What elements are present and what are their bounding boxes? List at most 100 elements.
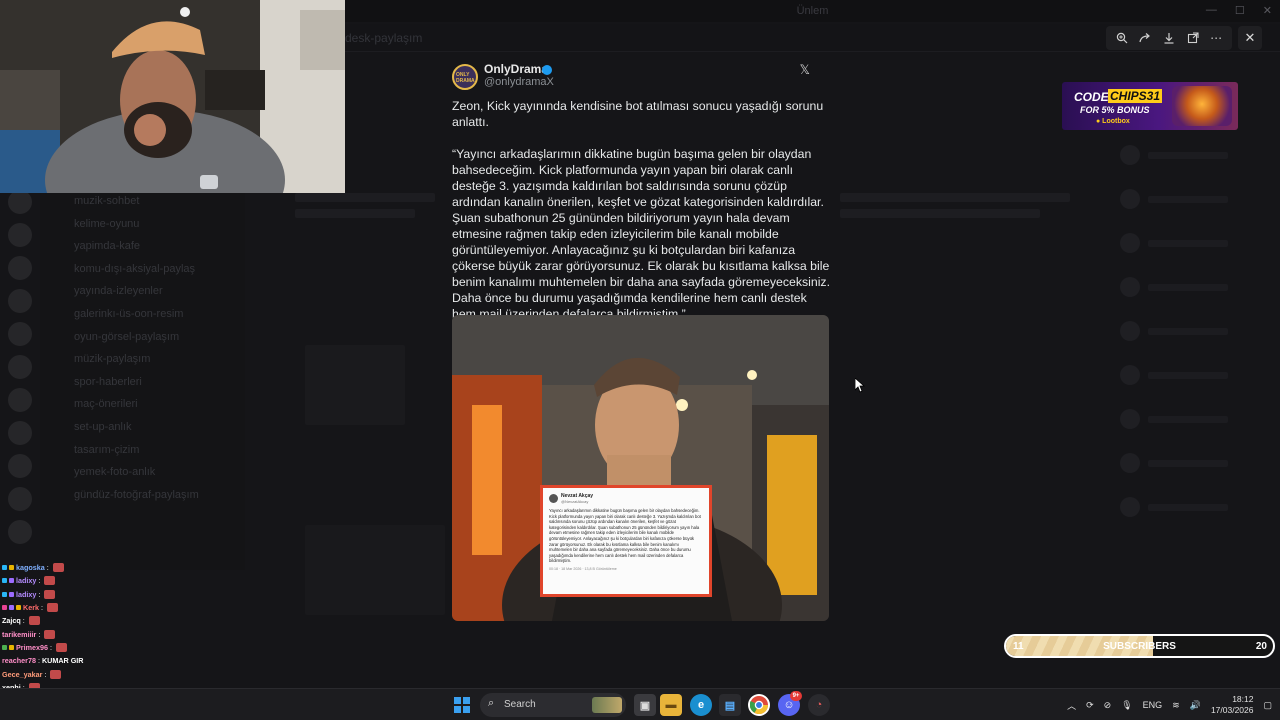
server-icon[interactable] bbox=[8, 454, 32, 478]
microphone-icon[interactable]: 🎙 bbox=[1121, 700, 1132, 711]
forward-icon[interactable] bbox=[1135, 28, 1155, 48]
subscriber-goal-label: SUBSCRIBERS bbox=[1103, 641, 1176, 652]
verified-badge-icon bbox=[542, 65, 552, 75]
embedded-tweet-screenshot: Nevzat Akçay @NevzatAkcay Yayıncı arkada… bbox=[540, 485, 712, 597]
chat-message: reacher78: KUMAR GIR bbox=[2, 654, 202, 667]
channel-item[interactable]: komu-dışı-aksiyal-paylaş bbox=[40, 258, 245, 281]
file-explorer-icon[interactable]: ▬ bbox=[660, 694, 682, 716]
taskbar-time: 18:12 bbox=[1232, 694, 1254, 704]
server-icon[interactable] bbox=[8, 355, 32, 379]
channel-item[interactable]: yemek-foto-anlık bbox=[40, 461, 245, 484]
server-icon[interactable] bbox=[8, 388, 32, 412]
server-icon[interactable] bbox=[8, 520, 32, 544]
mouse-cursor-icon bbox=[854, 377, 866, 398]
treasure-chest-icon bbox=[1172, 86, 1232, 126]
channel-item[interactable]: maç-önerileri bbox=[40, 393, 245, 416]
taskbar-search[interactable]: ⌕ Search bbox=[480, 693, 626, 717]
channel-item[interactable]: tasarım-çizim bbox=[40, 439, 245, 462]
chat-separator: : bbox=[38, 589, 41, 599]
chat-username[interactable]: tarikemiiir bbox=[2, 628, 36, 641]
server-icon[interactable] bbox=[8, 421, 32, 445]
chat-emote-icon bbox=[44, 629, 56, 639]
chat-message: Zajcq: bbox=[2, 614, 202, 627]
tweet-display-name[interactable]: OnlyDrama bbox=[484, 62, 548, 76]
channel-item[interactable]: set-up-anlık bbox=[40, 416, 245, 439]
task-view-icon[interactable]: ▣ bbox=[634, 694, 656, 716]
chat-badge-icon bbox=[9, 605, 14, 611]
volume-icon[interactable]: 🔊 bbox=[1190, 700, 1201, 711]
taskbar-clock[interactable]: 18:12 17/03/2026 bbox=[1211, 694, 1254, 716]
chat-username[interactable]: Kerk bbox=[23, 601, 39, 614]
server-icon[interactable] bbox=[8, 256, 32, 280]
embedded-meta: 00:18 · 18 Mar 2026 · 13,8 B Görüntüleme bbox=[549, 566, 617, 571]
chat-separator: : bbox=[22, 616, 25, 626]
chat-username[interactable]: Zajcq bbox=[2, 614, 21, 627]
wifi-icon[interactable]: ≋ bbox=[1172, 700, 1180, 711]
chat-username[interactable]: reacher78 bbox=[2, 654, 36, 667]
windows-start-icon[interactable] bbox=[454, 697, 470, 713]
chat-emote-icon bbox=[44, 589, 56, 599]
channel-item[interactable]: galerinkı-üs-oon-resim bbox=[40, 303, 245, 326]
chrome-icon[interactable] bbox=[748, 694, 770, 716]
lootbox-ad-banner[interactable]: CODE CHIPS31 FOR 5% BONUS ● Lootbox bbox=[1062, 82, 1238, 130]
chat-username[interactable]: ladixy bbox=[16, 588, 36, 601]
channel-item[interactable]: spor-haberleri bbox=[40, 371, 245, 394]
chat-badge-icon bbox=[2, 591, 7, 597]
tweet-avatar[interactable]: ONLY DRAMA bbox=[452, 64, 478, 90]
ad-brand: ● Lootbox bbox=[1096, 118, 1130, 125]
server-icon[interactable] bbox=[8, 289, 32, 313]
chat-emote-icon bbox=[52, 563, 64, 573]
chat-badge-icon bbox=[9, 591, 14, 597]
chat-emote-icon bbox=[46, 603, 58, 613]
embedded-avatar bbox=[549, 494, 558, 503]
chat-badge-icon bbox=[2, 644, 7, 650]
taskbar-search-label: Search bbox=[504, 699, 536, 710]
channel-item[interactable]: yapimda-kafe bbox=[40, 235, 245, 258]
zoom-in-icon[interactable] bbox=[1112, 28, 1132, 48]
chat-message: Gece_yakar: bbox=[2, 667, 202, 680]
tweet-photo[interactable]: Nevzat Akçay @NevzatAkcay Yayıncı arkada… bbox=[452, 315, 829, 621]
subscriber-goal-bar: 11 SUBSCRIBERS 20 bbox=[1004, 634, 1275, 658]
open-external-icon[interactable] bbox=[1183, 28, 1203, 48]
channel-item[interactable]: müzik-paylaşım bbox=[40, 348, 245, 371]
ad-code-prefix: CODE bbox=[1074, 90, 1109, 104]
chat-username[interactable]: ladixy bbox=[16, 574, 36, 587]
ad-bonus-text: FOR 5% BONUS bbox=[1080, 105, 1150, 115]
chat-username[interactable]: Gece_yakar bbox=[2, 668, 42, 681]
embedded-handle: @NevzatAkcay bbox=[561, 499, 589, 504]
channel-item[interactable]: yayında-izleyenler bbox=[40, 280, 245, 303]
search-highlight-image bbox=[592, 697, 622, 713]
download-icon[interactable] bbox=[1159, 28, 1179, 48]
language-indicator[interactable]: ENG bbox=[1143, 700, 1163, 710]
store-icon[interactable]: ▤ bbox=[719, 694, 741, 716]
chat-username[interactable]: Primex96 bbox=[16, 641, 48, 654]
chat-badge-icon bbox=[9, 578, 14, 584]
chat-badge-icon bbox=[9, 565, 14, 571]
sync-icon[interactable]: ⟳ bbox=[1086, 700, 1094, 711]
close-icon[interactable]: ✕ bbox=[1238, 26, 1262, 50]
edge-icon[interactable]: e bbox=[690, 694, 712, 716]
chat-separator: : bbox=[46, 563, 49, 573]
channel-item[interactable]: muzik-sohbet bbox=[40, 190, 245, 213]
chat-emote-icon bbox=[28, 616, 40, 626]
background-window-controls: — ☐ ✕ bbox=[1205, 4, 1272, 17]
search-icon: ⌕ bbox=[488, 697, 495, 709]
tweet-handle[interactable]: @onlydramaX bbox=[484, 76, 554, 88]
chat-username[interactable]: kagoska bbox=[16, 561, 45, 574]
chat-badge-icon bbox=[9, 644, 14, 650]
app-icon[interactable]: ◔ bbox=[808, 694, 830, 716]
channel-item[interactable]: kelime-oyunu bbox=[40, 213, 245, 236]
more-icon[interactable]: ⋯ bbox=[1206, 28, 1226, 48]
server-icon[interactable] bbox=[8, 487, 32, 511]
taskbar-date: 17/03/2026 bbox=[1210, 705, 1254, 715]
chevron-up-icon[interactable]: ︿ bbox=[1067, 699, 1076, 712]
network-off-icon[interactable]: ⊘ bbox=[1104, 700, 1112, 711]
channel-item[interactable]: oyun-görsel-paylaşım bbox=[40, 326, 245, 349]
notification-icon[interactable]: ▢ bbox=[1263, 700, 1272, 711]
chat-badge-icon bbox=[2, 565, 7, 571]
channel-item[interactable]: gündüz-fotoğraf-paylaşım bbox=[40, 484, 245, 507]
server-icon[interactable] bbox=[8, 322, 32, 346]
server-icon[interactable] bbox=[8, 190, 32, 214]
server-icon[interactable] bbox=[8, 223, 32, 247]
tweet-card: ONLY DRAMA OnlyDrama @onlydramaX 𝕏 Zeon,… bbox=[452, 56, 830, 622]
